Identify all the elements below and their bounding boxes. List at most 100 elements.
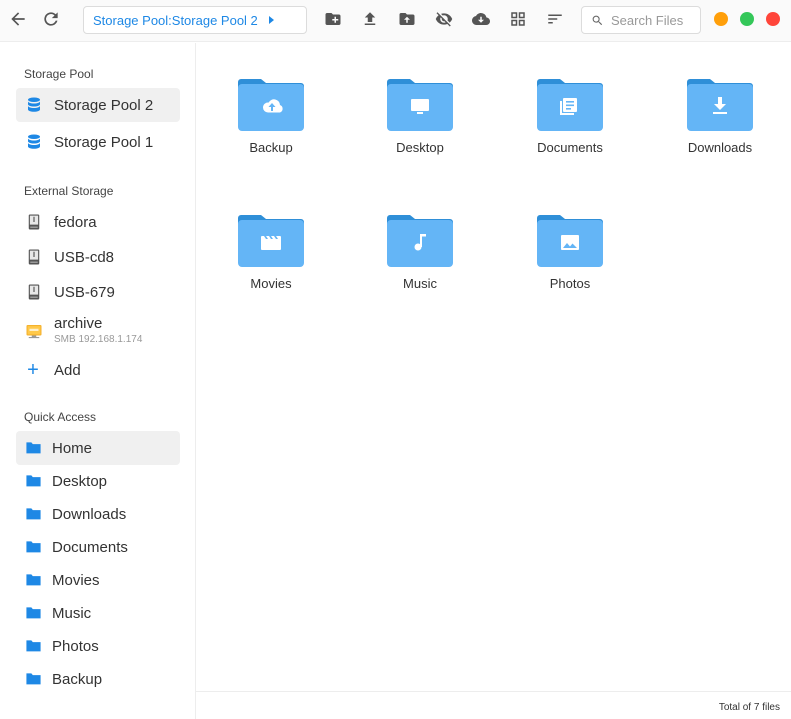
sidebar-item-label: fedora <box>54 213 97 231</box>
folder-icon <box>25 571 42 589</box>
sort-icon <box>548 14 562 24</box>
path-caret-icon[interactable] <box>268 16 274 24</box>
sort-button[interactable] <box>544 8 566 30</box>
folder-icon <box>537 215 603 267</box>
sidebar-item-label: Storage Pool 1 <box>54 133 154 151</box>
search-box <box>581 6 701 34</box>
add-storage-button[interactable]: + Add <box>16 353 180 387</box>
external-storage-heading: External Storage <box>24 184 114 198</box>
folder-name: Desktop <box>396 140 444 155</box>
sidebar-item-music[interactable]: Music <box>16 596 180 630</box>
folder-icon <box>537 79 603 131</box>
status-bar: Total of 7 files <box>196 691 791 719</box>
folder-name: Music <box>403 276 437 291</box>
back-button[interactable] <box>7 8 29 30</box>
folder-name: Movies <box>250 276 292 291</box>
upload-folder-button[interactable] <box>396 8 418 30</box>
sidebar-item-movies[interactable]: Movies <box>16 563 180 597</box>
folder-tile-movies[interactable]: Movies <box>216 211 326 321</box>
folder-tile-documents[interactable]: Documents <box>515 75 625 185</box>
storage-pool-heading: Storage Pool <box>24 67 94 81</box>
sidebar-item-label: Backup <box>52 670 103 688</box>
add-label: Add <box>54 361 81 379</box>
sidebar-item-downloads[interactable]: Downloads <box>16 497 180 531</box>
sidebar-item-usb-cd8[interactable]: USB-cd8 <box>16 240 180 274</box>
folder-icon <box>25 472 42 490</box>
usb-drive-icon <box>25 283 43 301</box>
folder-icon <box>25 505 42 523</box>
folder-icon <box>238 215 304 267</box>
folder-name: Documents <box>537 140 603 155</box>
folder-name: Photos <box>549 276 591 291</box>
sidebar-item-label: USB-679 <box>54 283 115 301</box>
folder-icon <box>25 538 42 556</box>
new-folder-button[interactable] <box>322 8 344 30</box>
database-icon <box>25 96 43 114</box>
grid-view-icon <box>511 12 525 26</box>
sidebar-item-label: Photos <box>52 637 99 655</box>
folder-tile-desktop[interactable]: Desktop <box>365 75 475 185</box>
folder-icon <box>25 670 42 688</box>
folder-icon <box>387 215 453 267</box>
sidebar-item-fedora[interactable]: fedora <box>16 205 180 239</box>
back-arrow-icon <box>11 12 25 26</box>
search-input[interactable] <box>611 12 699 28</box>
sidebar-item-label: Downloads <box>52 505 127 523</box>
grid-view-button[interactable] <box>507 8 529 30</box>
maximize-button[interactable] <box>740 12 754 26</box>
upload-button[interactable] <box>359 8 381 30</box>
sidebar-item-label: Storage Pool 2 <box>54 96 154 114</box>
cloud-sync-button[interactable] <box>470 8 492 30</box>
sidebar-item-label: Music <box>52 604 92 622</box>
sidebar-item-storage-pool-1[interactable]: Storage Pool 1 <box>16 125 180 159</box>
sidebar-item-desktop[interactable]: Desktop <box>16 464 180 498</box>
refresh-button[interactable] <box>40 8 62 30</box>
path-text: Storage Pool:Storage Pool 2 <box>93 12 258 28</box>
sidebar-item-label: Home <box>52 439 93 457</box>
sidebar-item-label: USB-cd8 <box>54 248 115 266</box>
quick-access-heading: Quick Access <box>24 410 97 424</box>
folder-icon <box>387 79 453 131</box>
file-count: Total of 7 files <box>718 702 780 713</box>
usb-drive-icon <box>25 213 43 231</box>
folder-icon <box>238 79 304 131</box>
folder-name: Backup <box>249 140 293 155</box>
file-grid: Backup Desktop Documents Downloads Movie… <box>196 43 791 691</box>
sidebar: Storage Pool Storage Pool 2 Storage Pool… <box>0 43 196 719</box>
sidebar-item-backup[interactable]: Backup <box>16 662 180 696</box>
sidebar-item-label: Movies <box>52 571 100 589</box>
sidebar-item-label: Desktop <box>52 472 108 490</box>
minimize-button[interactable] <box>714 12 728 26</box>
folder-icon <box>25 604 42 622</box>
toolbar: Storage Pool:Storage Pool 2 <box>0 0 791 42</box>
sidebar-item-label: archive <box>54 314 103 332</box>
image-icon <box>561 235 579 250</box>
close-button[interactable] <box>766 12 780 26</box>
sidebar-item-usb-679[interactable]: USB-679 <box>16 275 180 309</box>
folder-icon <box>25 439 42 457</box>
hide-hidden-icon <box>435 12 453 27</box>
folder-icon <box>25 637 42 655</box>
path-breadcrumb[interactable]: Storage Pool:Storage Pool 2 <box>83 6 307 34</box>
sidebar-item-photos[interactable]: Photos <box>16 629 180 663</box>
toggle-hidden-button[interactable] <box>433 8 455 30</box>
folder-tile-music[interactable]: Music <box>365 211 475 321</box>
sidebar-item-storage-pool-2[interactable]: Storage Pool 2 <box>16 88 180 122</box>
folder-tile-downloads[interactable]: Downloads <box>665 75 775 185</box>
folder-tile-backup[interactable]: Backup <box>216 75 326 185</box>
folder-tile-photos[interactable]: Photos <box>515 211 625 321</box>
new-folder-icon <box>325 13 341 25</box>
smb-share-icon <box>25 322 43 340</box>
upload-icon <box>364 12 376 25</box>
sidebar-item-archive[interactable]: archive SMB 192.168.1.174 <box>16 313 180 349</box>
clapperboard-icon <box>261 236 281 250</box>
sidebar-item-home[interactable]: Home <box>16 431 180 465</box>
folder-icon <box>687 79 753 131</box>
folder-name: Downloads <box>687 140 753 155</box>
sidebar-item-documents[interactable]: Documents <box>16 530 180 564</box>
cloud-sync-icon <box>472 12 490 25</box>
sidebar-item-sublabel: SMB 192.168.1.174 <box>54 333 143 345</box>
usb-drive-icon <box>25 248 43 266</box>
upload-folder-icon <box>399 13 415 25</box>
search-icon <box>592 15 603 25</box>
